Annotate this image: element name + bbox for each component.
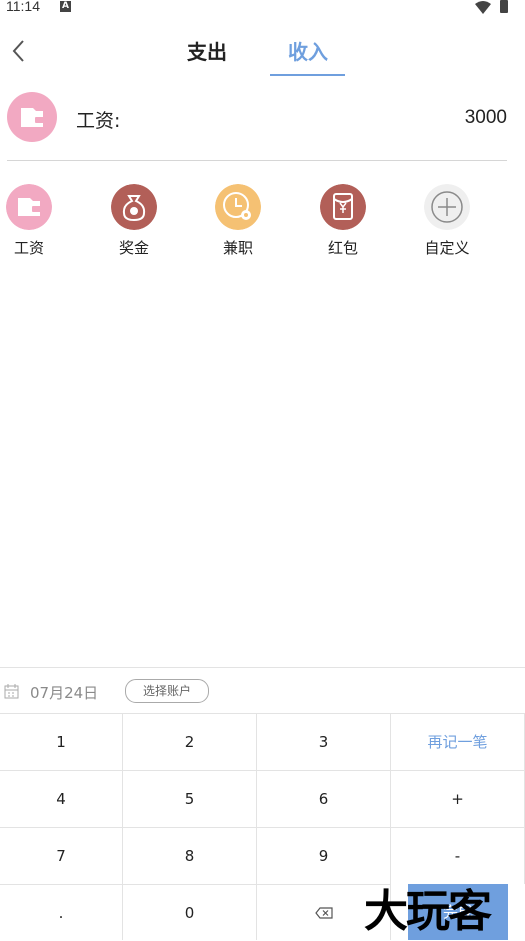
- key-2[interactable]: 2: [123, 713, 257, 770]
- select-account-button[interactable]: 选择账户: [125, 679, 209, 703]
- category-label: 奖金: [118, 239, 149, 257]
- category-grid: 工资 奖金 兼职 红包 自定义: [0, 184, 525, 264]
- category-label: 自定义: [424, 239, 470, 257]
- clock-icon: [215, 184, 261, 230]
- category-label: 红包: [327, 239, 358, 257]
- key-9[interactable]: 9: [257, 827, 391, 884]
- selected-category-label: 工资:: [76, 110, 121, 132]
- key-0[interactable]: 0: [123, 884, 257, 940]
- divider: [7, 160, 507, 161]
- category-item-custom[interactable]: 自定义: [412, 184, 482, 264]
- wallet-icon: [6, 184, 52, 230]
- back-arrow-icon[interactable]: [8, 38, 30, 64]
- category-item-parttime[interactable]: 兼职: [203, 184, 273, 264]
- category-item-bonus[interactable]: 奖金: [99, 184, 169, 264]
- wifi-icon: [475, 1, 491, 14]
- red-envelope-icon: [320, 184, 366, 230]
- key-7[interactable]: 7: [0, 827, 123, 884]
- notification-a-icon: A: [60, 1, 71, 12]
- amount-display: 3000: [464, 107, 507, 128]
- key-4[interactable]: 4: [0, 770, 123, 827]
- money-bag-icon: [111, 184, 157, 230]
- wallet-icon: [7, 92, 57, 142]
- key-6[interactable]: 6: [257, 770, 391, 827]
- backspace-icon: [315, 907, 333, 919]
- key-5[interactable]: 5: [123, 770, 257, 827]
- status-bar: 11:14 A: [0, 0, 525, 16]
- category-label: 兼职: [222, 239, 253, 257]
- status-time: 11:14: [6, 0, 40, 14]
- tab-expense[interactable]: 支出: [187, 36, 227, 65]
- category-label: 工资: [13, 239, 44, 257]
- key-3[interactable]: 3: [257, 713, 391, 770]
- key-minus[interactable]: -: [391, 827, 525, 884]
- key-8[interactable]: 8: [123, 827, 257, 884]
- key-dot[interactable]: .: [0, 884, 123, 940]
- entry-toolbar: 07月24日 选择账户: [0, 667, 525, 714]
- calendar-icon[interactable]: [4, 684, 19, 699]
- key-1[interactable]: 1: [0, 713, 123, 770]
- record-another-button[interactable]: 再记一笔: [391, 713, 525, 770]
- selected-category-row: 工资: 3000: [0, 90, 525, 148]
- plus-circle-icon: [424, 184, 470, 230]
- date-selector[interactable]: 07月24日: [30, 682, 98, 703]
- category-item-red-envelope[interactable]: 红包: [308, 184, 378, 264]
- key-plus[interactable]: +: [391, 770, 525, 827]
- top-navigation: 支出 收入: [0, 28, 525, 78]
- battery-icon: [500, 0, 508, 13]
- category-item-salary[interactable]: 工资: [0, 184, 64, 264]
- active-tab-indicator: [270, 74, 345, 76]
- watermark-logo: 大玩客: [364, 886, 492, 937]
- tab-income[interactable]: 收入: [288, 36, 328, 65]
